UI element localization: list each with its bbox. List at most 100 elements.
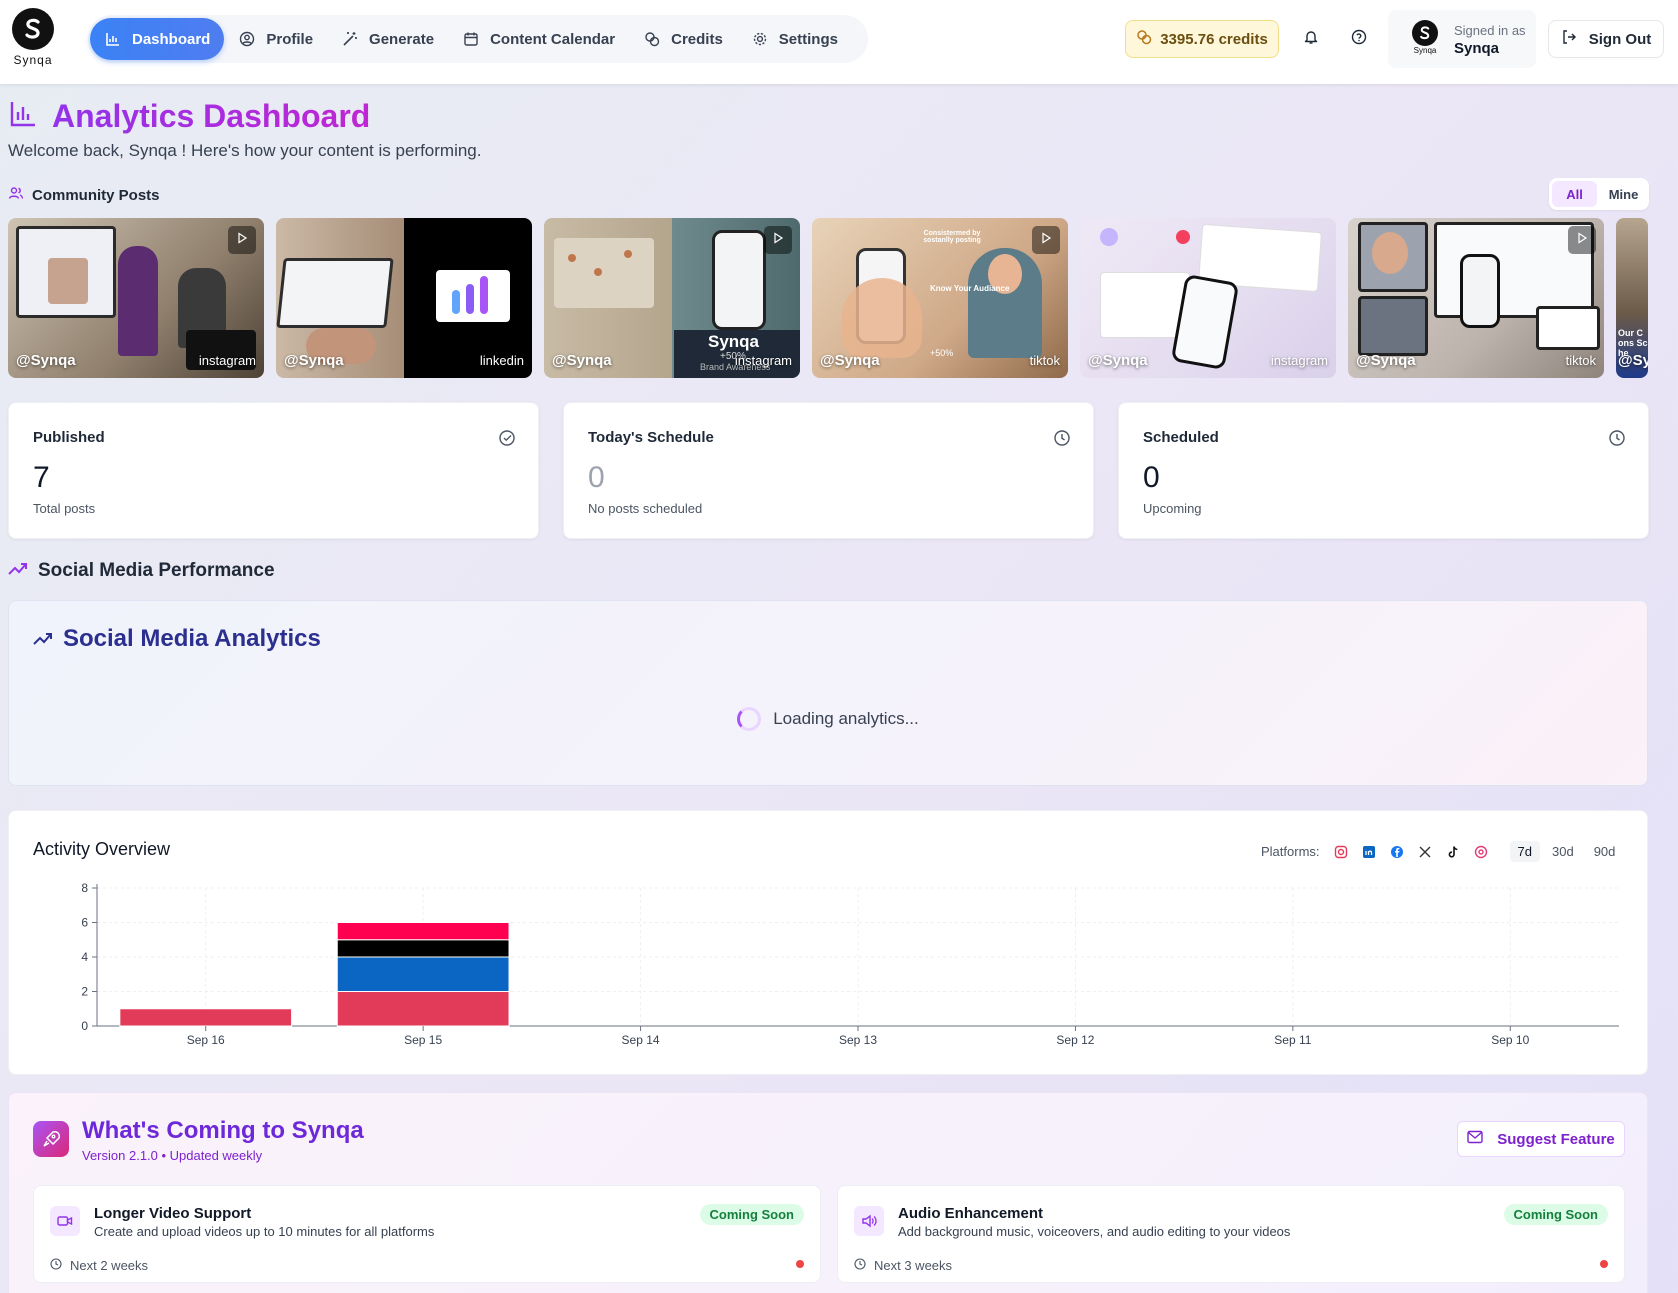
loading-text: Loading analytics... (773, 709, 919, 728)
feature-description: Add background music, voiceovers, and au… (898, 1224, 1291, 1239)
play-icon (1040, 231, 1052, 249)
gear-icon (751, 30, 769, 48)
play-video-button[interactable] (1568, 226, 1596, 254)
x-tick-label: Sep 13 (839, 1033, 877, 1047)
community-post[interactable]: @Synqa tiktok (1348, 218, 1604, 378)
user-menu[interactable]: Synqa Signed in as Synqa (1388, 10, 1536, 68)
linkedin-icon[interactable] (1362, 845, 1376, 859)
range-90d[interactable]: 90d (1586, 841, 1624, 862)
sign-out-label: Sign Out (1588, 30, 1652, 48)
community-post[interactable]: Synqa +50% Brand Awareness @Synqa instag… (544, 218, 800, 378)
post-handle: @Synqa (1088, 352, 1148, 369)
feature-eta: Next 2 weeks (50, 1258, 148, 1273)
instagram-icon[interactable] (1334, 845, 1348, 859)
signed-in-name: Synqa (1454, 40, 1500, 57)
community-posts-carousel[interactable]: @Synqa instagram @Synqa linkedin Synqa +… (8, 218, 1649, 378)
play-icon (236, 231, 248, 249)
avatar: Synqa (1408, 20, 1442, 55)
nav-item-label: Profile (266, 30, 314, 48)
status-dot (796, 1260, 804, 1268)
post-platform: instagram (198, 353, 256, 368)
main-nav: Dashboard Profile Generate Content Calen… (88, 15, 868, 63)
x-tick-label: Sep 14 (622, 1033, 660, 1047)
stat-card-scheduled: Scheduled 0 Upcoming (1118, 402, 1649, 539)
nav-item-label: Settings (778, 30, 838, 48)
community-post[interactable]: @Synqa linkedin (276, 218, 532, 378)
nav-item-generate[interactable]: Generate (327, 18, 448, 60)
platform-filter: Platforms: 7d 30d 90d (1261, 841, 1623, 862)
coming-title: What's Coming to Synqa (82, 1117, 364, 1144)
threads-icon[interactable] (1474, 845, 1488, 859)
bar-chart-icon (104, 30, 122, 48)
social-media-analytics-card: Social Media Analytics Loading analytics… (8, 600, 1648, 786)
logout-icon (1561, 29, 1577, 49)
spinner-icon (737, 707, 762, 731)
feature-card-longer-video: Longer Video Support Create and upload v… (33, 1185, 821, 1283)
nav-item-settings[interactable]: Settings (737, 18, 852, 60)
stat-label: Today's Schedule (588, 429, 714, 446)
play-video-button[interactable] (228, 226, 256, 254)
y-tick-label: 4 (81, 950, 88, 964)
synqa-logo-icon (12, 8, 54, 50)
whats-coming-card: What's Coming to Synqa Version 2.1.0 • U… (8, 1092, 1648, 1293)
help-button[interactable] (1346, 26, 1372, 52)
speaker-icon (854, 1206, 884, 1236)
magic-wand-icon (341, 30, 359, 48)
post-handle: @Sy (1618, 352, 1648, 369)
post-platform: instagram (734, 353, 792, 368)
date-range-selector: 7d 30d 90d (1509, 841, 1624, 862)
chart-bar-segment (336, 991, 510, 1027)
filter-mine[interactable]: Mine (1601, 181, 1646, 207)
nav-item-credits[interactable]: Credits (629, 18, 737, 60)
feature-eta-text: Next 3 weeks (874, 1258, 953, 1273)
brand-wordmark: Synqa (13, 53, 53, 67)
mail-icon (1467, 1130, 1483, 1148)
x-twitter-icon[interactable] (1418, 845, 1432, 859)
stat-label: Published (33, 429, 105, 446)
range-7d[interactable]: 7d (1509, 841, 1540, 862)
chart-bar-segment (336, 922, 510, 941)
y-tick-label: 0 (81, 1019, 88, 1033)
credits-badge[interactable]: 3395.76 credits (1125, 20, 1279, 58)
post-overlay-title: Consistermed by sostanlly posting (923, 230, 981, 244)
community-post[interactable]: Our Cons Sche @Sy (1616, 218, 1648, 378)
play-video-button[interactable] (1032, 226, 1060, 254)
activity-overview-card: Activity Overview Platforms: 7d 30d 90d … (8, 810, 1648, 1075)
video-icon (50, 1206, 80, 1236)
activity-bar-chart: 0 2 4 6 8 Sep 16 Sep 15 Sep 14 Sep 13 Sep 12 Sep 1… (81, 881, 1619, 1047)
nav-item-profile[interactable]: Profile (224, 18, 327, 60)
tiktok-icon[interactable] (1446, 845, 1460, 859)
feature-title: Longer Video Support (94, 1205, 252, 1222)
brand-logo[interactable]: Synqa (10, 8, 56, 67)
x-tick-label: Sep 12 (1056, 1033, 1094, 1047)
post-handle: @Synqa (1356, 352, 1416, 369)
community-post[interactable]: Consistermed by sostanlly posting Know Y… (812, 218, 1068, 378)
play-icon (1576, 231, 1588, 249)
bar-chart-icon (8, 99, 38, 134)
user-circle-icon (238, 30, 256, 48)
post-platform: linkedin (479, 353, 524, 368)
welcome-message: Welcome back, Synqa ! Here's how your co… (8, 141, 482, 160)
play-video-button[interactable] (764, 226, 792, 254)
x-tick-label: Sep 10 (1491, 1033, 1529, 1047)
post-platform: tiktok (1565, 353, 1596, 368)
clock-icon (1608, 429, 1626, 447)
chart-bar-segment (336, 956, 510, 992)
y-tick-label: 2 (81, 985, 88, 999)
community-post[interactable]: @Synqa instagram (1080, 218, 1336, 378)
community-post[interactable]: @Synqa instagram (8, 218, 264, 378)
suggest-feature-button[interactable]: Suggest Feature (1457, 1121, 1625, 1157)
range-30d[interactable]: 30d (1544, 841, 1582, 862)
nav-item-dashboard[interactable]: Dashboard (90, 18, 225, 60)
stat-value: 7 (33, 461, 50, 494)
post-overlay-caption: +50% (930, 348, 954, 358)
facebook-icon[interactable] (1390, 845, 1404, 859)
post-handle: @Synqa (820, 352, 880, 369)
nav-item-content-calendar[interactable]: Content Calendar (448, 18, 629, 60)
sign-out-button[interactable]: Sign Out (1548, 20, 1664, 58)
signed-in-label: Signed in as (1454, 23, 1526, 38)
feature-title: Audio Enhancement (898, 1205, 1044, 1222)
filter-all[interactable]: All (1552, 181, 1597, 207)
notifications-button[interactable] (1298, 26, 1324, 52)
post-handle: @Synqa (284, 352, 344, 369)
